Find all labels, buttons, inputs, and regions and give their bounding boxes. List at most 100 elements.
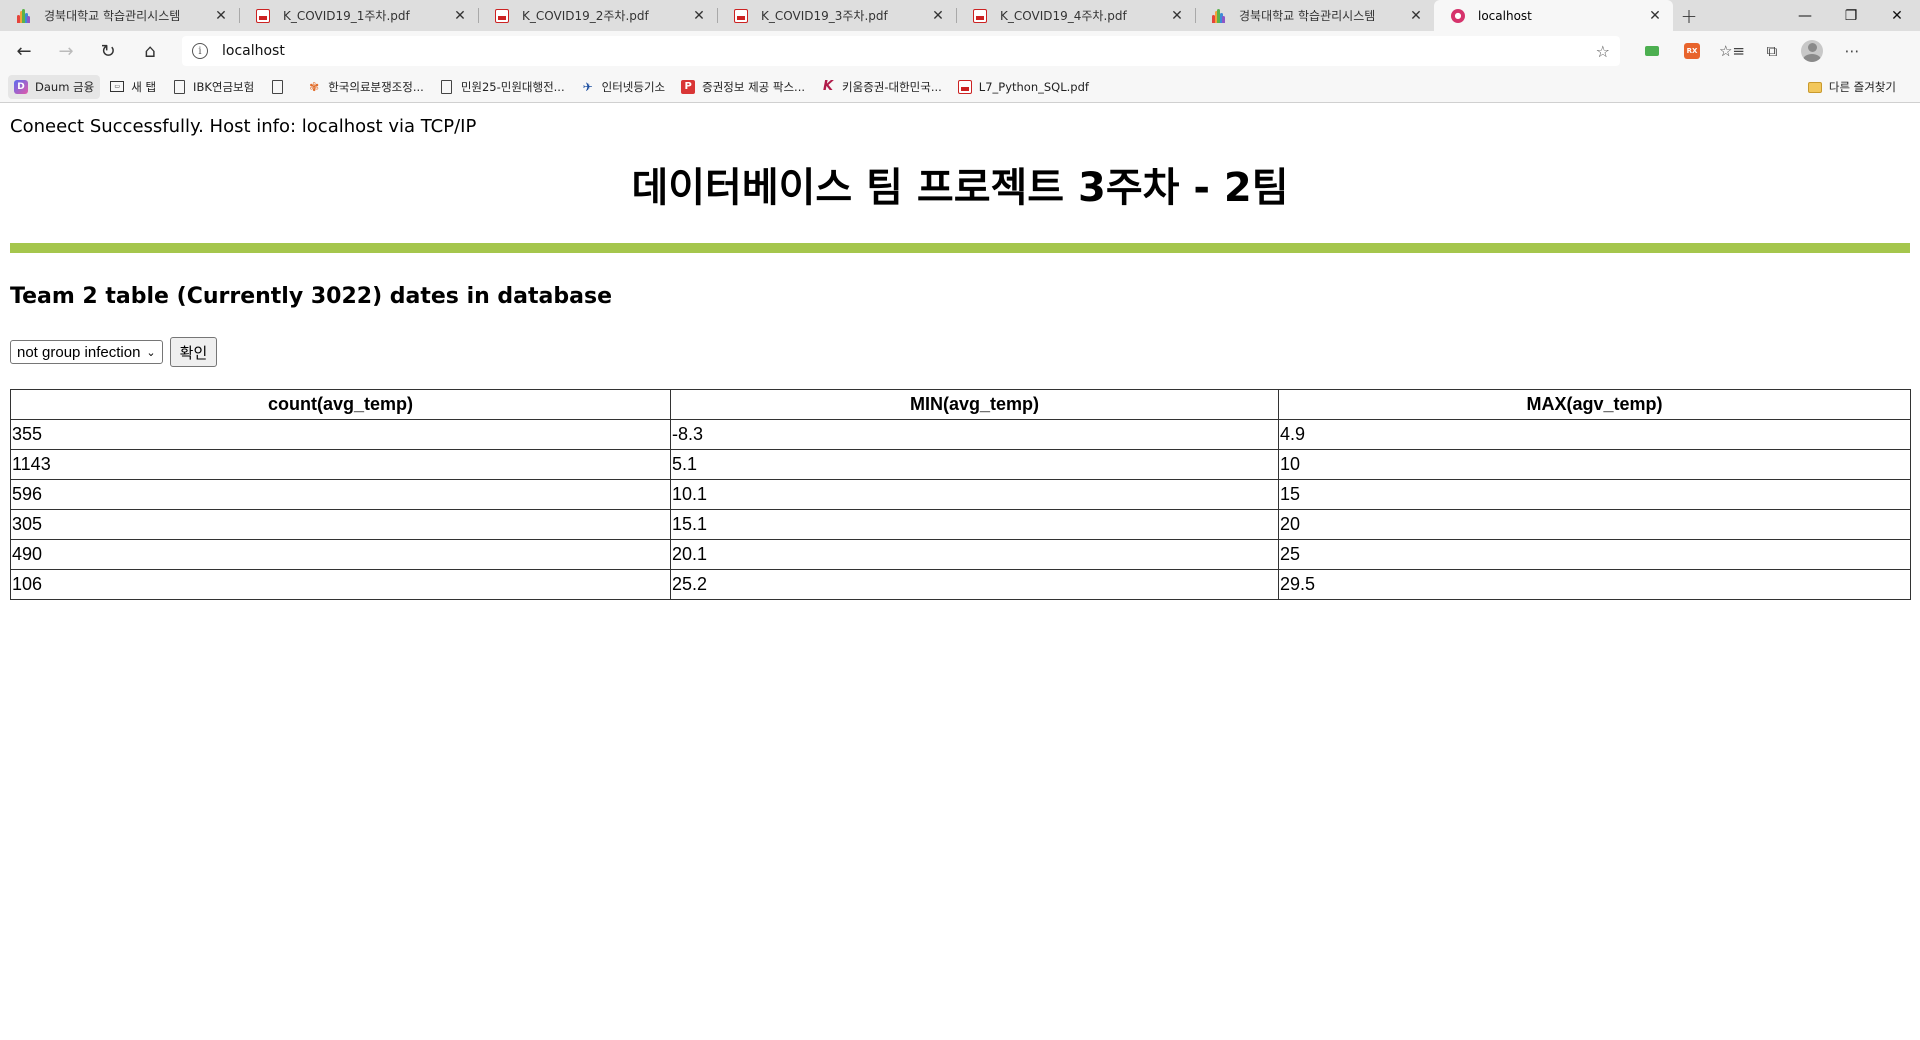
table-cell: 15.1 xyxy=(670,509,1279,540)
table-cell: 106 xyxy=(10,569,671,600)
tab-favicon: ● xyxy=(1450,8,1466,24)
query-form: not group infection ⌄ 확인 xyxy=(10,337,1910,367)
bookmark-item[interactable]: D Daum 금융 xyxy=(8,74,101,99)
extension-green-icon[interactable] xyxy=(1632,35,1672,67)
infection-type-select[interactable]: not group infection ⌄ xyxy=(10,340,163,364)
table-cell: 25 xyxy=(1278,539,1911,570)
table-cell: 596 xyxy=(10,479,671,510)
close-icon[interactable]: ✕ xyxy=(1645,6,1665,26)
extension-orange-icon[interactable]: RX xyxy=(1672,35,1712,67)
registry-icon: ✈ xyxy=(582,79,593,94)
tab-title: K_COVID19_2주차.pdf xyxy=(522,9,649,23)
bookmark-label: 한국의료분쟁조정... xyxy=(328,79,424,94)
results-table: count(avg_temp) MIN(avg_temp) MAX(agv_temp… xyxy=(10,389,1911,600)
tab-title: 경북대학교 학습관리시스템 xyxy=(1239,9,1376,23)
close-icon[interactable]: ✕ xyxy=(689,6,709,26)
page-icon xyxy=(440,79,454,94)
table-cell: 355 xyxy=(10,419,671,450)
table-header-row: count(avg_temp) MIN(avg_temp) MAX(agv_temp… xyxy=(10,389,1911,420)
reload-button[interactable]: ↻ xyxy=(90,35,126,67)
back-button[interactable]: ← xyxy=(6,35,42,67)
table-cell: 29.5 xyxy=(1278,569,1911,600)
page-icon xyxy=(270,79,284,94)
tab[interactable]: K_COVID19_4주차.pdf ✕ xyxy=(956,0,1195,31)
kiwoom-icon: K xyxy=(822,79,834,94)
forward-button[interactable]: → xyxy=(48,35,84,67)
address-url[interactable]: localhost xyxy=(222,43,1596,59)
bookmark-item[interactable]: ▭ 새 탭 xyxy=(104,75,162,99)
table-cell: -8.3 xyxy=(670,419,1279,450)
tab-favicon xyxy=(255,8,271,24)
table-row: 596 10.1 15 xyxy=(10,479,1911,510)
table-cell: 5.1 xyxy=(670,449,1279,480)
close-icon[interactable]: ✕ xyxy=(450,6,470,26)
more-menu-icon[interactable]: ⋯ xyxy=(1832,35,1872,67)
favorites-list-icon[interactable]: ☆≡ xyxy=(1712,35,1752,67)
table-cell: 20 xyxy=(1278,509,1911,540)
tab-active[interactable]: ● localhost ✕ xyxy=(1434,0,1673,31)
close-icon[interactable]: ✕ xyxy=(1167,6,1187,26)
tab[interactable]: 경북대학교 학습관리시스템 ✕ xyxy=(1195,0,1434,31)
table-cell: 4.9 xyxy=(1278,419,1911,450)
bookmark-item[interactable]: IBK연금보험 xyxy=(166,75,260,99)
other-favorites[interactable]: 다른 즐겨찾기 xyxy=(1802,75,1902,99)
bookmark-item[interactable]: K 키움증권-대한민국... xyxy=(815,75,948,99)
tab-favicon xyxy=(1211,8,1227,24)
bookmark-label: 민원25-민원대행전... xyxy=(460,79,565,94)
submit-button[interactable]: 확인 xyxy=(169,337,218,367)
table-cell: 490 xyxy=(10,539,671,570)
table-cell: 25.2 xyxy=(670,569,1279,600)
tab-title: K_COVID19_1주차.pdf xyxy=(283,9,410,23)
home-button[interactable]: ⌂ xyxy=(132,35,168,67)
collections-icon[interactable]: ⧉ xyxy=(1752,35,1792,67)
pdf-icon xyxy=(256,8,270,23)
bookmark-item[interactable]: 민원25-민원대행전... xyxy=(434,75,571,99)
minimize-button[interactable]: — xyxy=(1782,0,1828,31)
address-bar[interactable]: i localhost ☆ xyxy=(182,36,1620,66)
table-cell: 10 xyxy=(1278,449,1911,480)
daum-icon: D xyxy=(14,79,28,94)
extension-orange-label: RX xyxy=(1684,43,1700,59)
close-icon[interactable]: ✕ xyxy=(1406,6,1426,26)
connection-status: Coneect Successfully. Host info: localho… xyxy=(10,116,477,137)
accent-divider xyxy=(10,243,1910,253)
bookmark-label: 인터넷등기소 xyxy=(601,79,666,94)
page-title: 데이터베이스 팀 프로젝트 3주차 - 2팀 xyxy=(631,165,1289,211)
site-info-icon[interactable]: i xyxy=(192,43,208,59)
bookmark-label: 키움증권-대한민국... xyxy=(842,79,942,94)
close-icon[interactable]: ✕ xyxy=(211,6,231,26)
flower-icon: ✾ xyxy=(309,79,320,94)
table-row: 355 -8.3 4.9 xyxy=(10,419,1911,450)
pdf-icon xyxy=(973,8,987,23)
bookmark-item[interactable]: L7_Python_SQL.pdf xyxy=(952,75,1095,99)
tab[interactable]: 경북대학교 학습관리시스템 ✕ xyxy=(0,0,239,31)
table-cell: 20.1 xyxy=(670,539,1279,570)
tab-favicon xyxy=(972,8,988,24)
tab-favicon xyxy=(733,8,749,24)
maximize-button[interactable]: ❐ xyxy=(1828,0,1874,31)
tab-favicon xyxy=(16,8,32,24)
bookmarks-bar: D Daum 금융 ▭ 새 탭 IBK연금보험 ✾ 한국의료분쟁조정... 민원25-민원대행… xyxy=(0,71,1920,103)
tab[interactable]: K_COVID19_2주차.pdf ✕ xyxy=(478,0,717,31)
bookmark-item[interactable]: ✾ 한국의료분쟁조정... xyxy=(301,75,430,99)
column-header: MIN(avg_temp) xyxy=(670,389,1279,420)
close-icon[interactable]: ✕ xyxy=(928,6,948,26)
table-cell: 305 xyxy=(10,509,671,540)
window-close-button[interactable]: ✕ xyxy=(1874,0,1920,31)
bookmark-item[interactable]: P 증권정보 제공 팍스... xyxy=(675,75,811,99)
window-controls: — ❐ ✕ xyxy=(1782,0,1920,31)
pdf-icon xyxy=(957,79,972,94)
chevron-down-icon: ⌄ xyxy=(146,346,156,359)
tab[interactable]: K_COVID19_3주차.pdf ✕ xyxy=(717,0,956,31)
localhost-icon: ● xyxy=(1451,8,1465,23)
folder-icon xyxy=(1807,80,1822,94)
favorite-star-icon[interactable]: ☆ xyxy=(1596,42,1610,61)
other-favorites-label: 다른 즐겨찾기 xyxy=(1828,80,1896,94)
bookmark-item[interactable]: ✈ 인터넷등기소 xyxy=(575,75,671,99)
tab[interactable]: K_COVID19_1주차.pdf ✕ xyxy=(239,0,478,31)
new-tab-button[interactable]: + xyxy=(1673,0,1705,31)
paxnet-icon: P xyxy=(681,79,696,94)
page-content: Coneect Successfully. Host info: localho… xyxy=(0,115,1920,600)
bookmark-item[interactable] xyxy=(264,75,297,99)
profile-avatar-icon[interactable] xyxy=(1792,35,1832,67)
